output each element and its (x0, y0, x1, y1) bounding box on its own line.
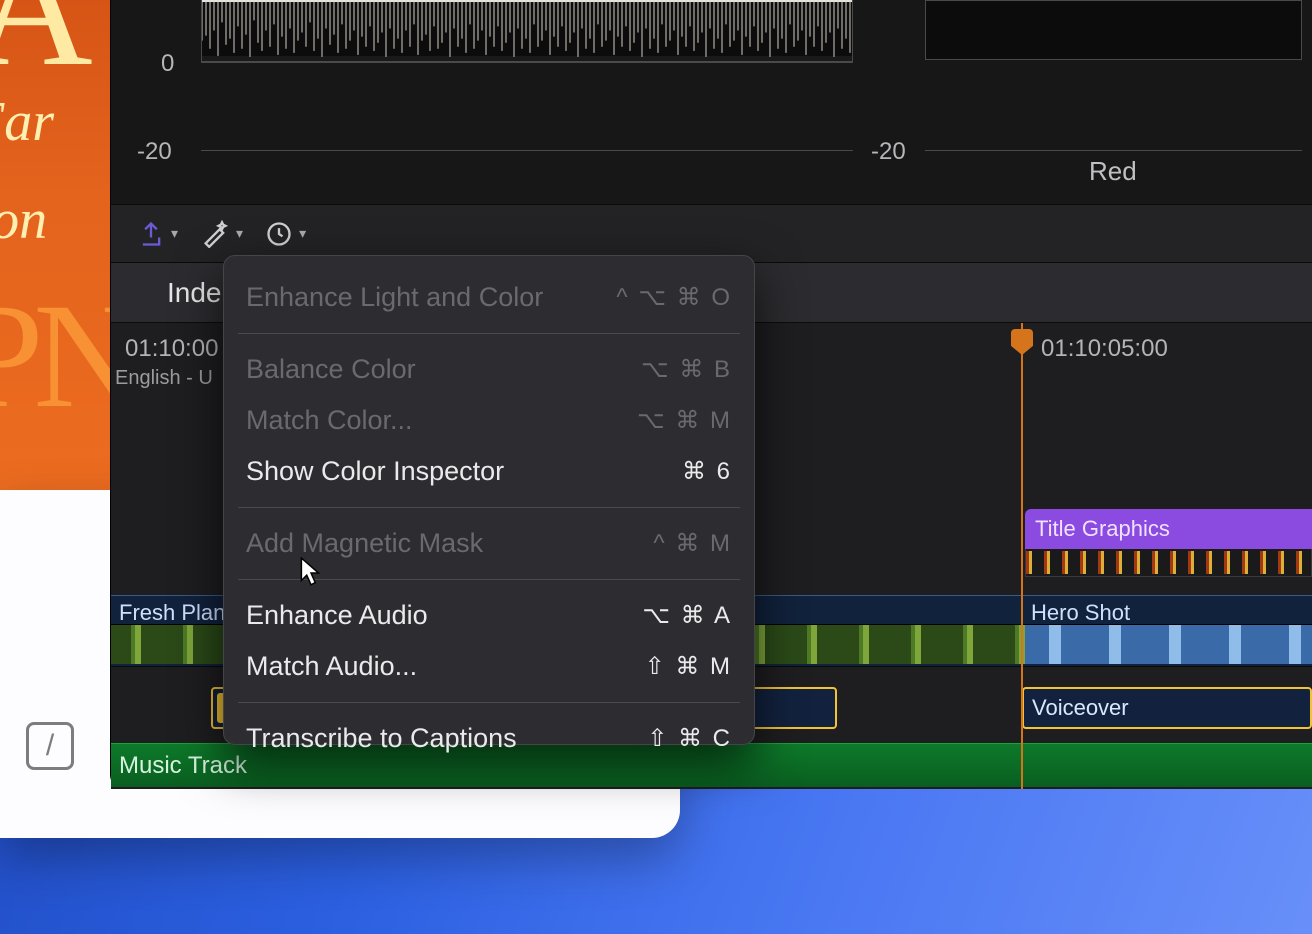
menu-item-label: Enhance Audio (246, 600, 428, 631)
chevron-down-icon: ▾ (236, 225, 243, 242)
menu-item-label: Enhance Light and Color (246, 282, 543, 313)
timecode-right: 01:10:05:00 (1041, 335, 1168, 363)
artwork-text-1: Far (0, 90, 54, 154)
axis-zero-label: 0 (161, 50, 174, 78)
edit-icon[interactable]: / (26, 722, 74, 770)
clip-label-left: Fresh Plan (119, 600, 225, 626)
axis-line-neg20-right (925, 150, 1302, 151)
scope-box-right (925, 0, 1302, 60)
menu-enhance-light-and-color: Enhance Light and Color ^ ⌥ ⌘ O (224, 272, 754, 323)
index-button[interactable]: Inde (167, 277, 222, 309)
menu-item-label: Show Color Inspector (246, 456, 504, 487)
menu-item-shortcut: ⌘ 6 (682, 457, 732, 486)
title-clip-label: Title Graphics (1035, 516, 1170, 542)
menu-item-shortcut: ⌥ ⌘ B (641, 355, 732, 384)
filmstrip-dots (1026, 551, 1311, 574)
enhance-menu-button[interactable]: ▾ (192, 216, 251, 252)
menu-transcribe-to-captions[interactable]: Transcribe to Captions ⇧ ⌘ C (224, 713, 754, 764)
menu-separator (238, 579, 740, 580)
menu-item-label: Transcribe to Captions (246, 723, 517, 754)
clip-label-right: Hero Shot (1031, 600, 1130, 626)
menu-item-shortcut: ^ ⌥ ⌘ O (616, 283, 732, 312)
menu-separator (238, 333, 740, 334)
artwork-text-2: tion (0, 188, 47, 252)
menu-match-color: Match Color... ⌥ ⌘ M (224, 395, 754, 446)
waveform-display (201, 0, 853, 62)
scope-channel-label: Red (1089, 156, 1137, 187)
clip-thumbnails-right (1025, 624, 1312, 664)
menu-item-shortcut: ⇧ ⌘ C (647, 724, 732, 753)
menu-item-label: Balance Color (246, 354, 416, 385)
menu-item-shortcut: ^ ⌘ M (653, 529, 732, 558)
share-button[interactable]: ▾ (129, 216, 186, 252)
chevron-down-icon: ▾ (171, 225, 178, 242)
axis-neg20-right-label: -20 (871, 138, 906, 166)
menu-balance-color: Balance Color ⌥ ⌘ B (224, 344, 754, 395)
caption-lang-label: English - U (115, 367, 213, 390)
menu-show-color-inspector[interactable]: Show Color Inspector ⌘ 6 (224, 446, 754, 497)
menu-item-shortcut: ⌥ ⌘ M (637, 406, 732, 435)
enhance-dropdown-menu: Enhance Light and Color ^ ⌥ ⌘ O Balance … (223, 255, 755, 745)
title-clip-filmstrip[interactable] (1025, 549, 1312, 577)
voiceover-clip[interactable]: Voiceover (1022, 687, 1312, 729)
menu-separator (238, 507, 740, 508)
title-clip[interactable]: Title Graphics (1025, 509, 1312, 549)
menu-match-audio[interactable]: Match Audio... ⇧ ⌘ M (224, 641, 754, 692)
menu-item-label: Match Color... (246, 405, 413, 436)
luma-scope: 0 -20 (133, 0, 853, 196)
chevron-down-icon: ▾ (299, 225, 306, 242)
side-artwork: A Far tion PN (0, 0, 110, 490)
scopes-panel: 0 -20 (111, 0, 1312, 205)
menu-add-magnetic-mask: Add Magnetic Mask ^ ⌘ M (224, 518, 754, 569)
menu-item-shortcut: ⇧ ⌘ M (645, 652, 732, 681)
playhead[interactable] (1021, 323, 1023, 789)
voiceover-label: Voiceover (1032, 695, 1129, 721)
axis-neg20-label: -20 (137, 138, 172, 166)
menu-enhance-audio[interactable]: Enhance Audio ⌥ ⌘ A (224, 590, 754, 641)
pencil-glyph: / (46, 729, 54, 763)
menu-separator (238, 702, 740, 703)
retime-button[interactable]: ▾ (257, 216, 314, 252)
menu-item-shortcut: ⌥ ⌘ A (642, 601, 732, 630)
menu-item-label: Match Audio... (246, 651, 417, 682)
timecode-left: 01:10:00 (125, 335, 218, 363)
axis-line-neg20 (201, 150, 853, 151)
axis-line-zero (201, 62, 853, 63)
menu-item-label: Add Magnetic Mask (246, 528, 483, 559)
red-scope: -20 Red (871, 0, 1302, 196)
